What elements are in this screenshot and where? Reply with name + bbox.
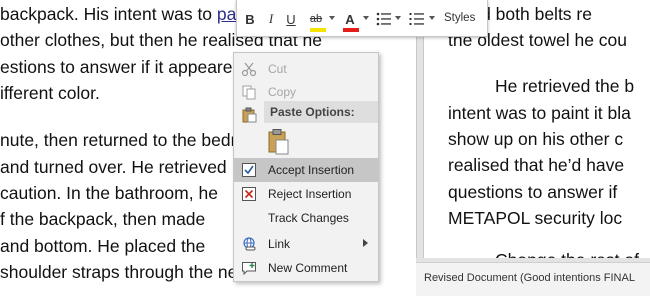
menu-item-label: Track Changes: [268, 211, 349, 225]
document-line: and turned over. He retrieved: [0, 157, 227, 178]
bullets-icon: [376, 12, 391, 26]
menu-item-reject-insertion[interactable]: Reject Insertion: [234, 182, 378, 206]
split-pane-divider[interactable]: [416, 0, 424, 296]
menu-item-label: Reject Insertion: [268, 187, 352, 201]
menu-item-new-comment[interactable]: New Comment: [234, 256, 378, 280]
document-line: show up on his other c: [448, 129, 624, 149]
font-color-bar: [343, 27, 360, 32]
text-run: estions to answer if it appeared: [0, 57, 243, 77]
document-line: Change the rest of: [495, 250, 639, 258]
font-color-icon: A: [343, 12, 360, 32]
bullets-button[interactable]: [375, 9, 393, 29]
text-run: and turned over. He retrieved: [0, 157, 227, 177]
menu-item-label: Accept Insertion: [268, 163, 355, 177]
menu-item-accept-insertion[interactable]: Accept Insertion: [234, 158, 378, 182]
menu-item-cut[interactable]: Cut: [234, 57, 378, 81]
paste-options-label-bg: Paste Options:: [264, 101, 378, 123]
highlight-button[interactable]: ab: [303, 9, 329, 32]
document-line: estions to answer if it appeared: [0, 57, 242, 78]
status-bar: Revised Document (Good intentions FINAL: [416, 262, 650, 296]
document-page-right[interactable]: k and both belts re the oldest towel he c…: [424, 0, 650, 258]
menu-item-label: New Comment: [268, 261, 348, 275]
context-menu: Cut Copy Paste Options: Accept Insertion: [233, 52, 379, 282]
numbering-icon: [409, 13, 424, 25]
bullets-dropdown-arrow[interactable]: [395, 16, 401, 20]
document-line: intent was to paint it bla: [448, 103, 631, 123]
copy-icon: [242, 85, 256, 100]
text-run: f the backpack, then made: [0, 209, 206, 229]
status-text: Revised Document (Good intentions FINAL: [424, 272, 635, 284]
menu-item-track-changes[interactable]: Track Changes: [234, 206, 378, 230]
document-line: and bottom. He placed the: [0, 236, 205, 257]
document-line: nute, then returned to the bedroom: [0, 130, 270, 151]
document-line: caution. In the bathroom, he: [0, 183, 218, 204]
text-run: caution. In the bathroom, he: [0, 183, 218, 203]
clipboard-icon: [268, 129, 289, 155]
font-color-button[interactable]: A: [339, 9, 361, 32]
font-color-dropdown-arrow[interactable]: [363, 16, 369, 20]
paste-icon: [242, 107, 257, 123]
text-run: backpack. His intent was to: [0, 4, 217, 24]
document-line: He retrieved the b: [495, 76, 635, 96]
document-line: ifferent color.: [0, 83, 100, 104]
scissors-icon: [241, 62, 257, 77]
bold-button[interactable]: B: [241, 9, 259, 29]
text-run: nute, then returned to the bedroom: [0, 130, 271, 150]
document-line: METAPOL security loc: [448, 208, 623, 228]
numbering-button[interactable]: [408, 9, 426, 29]
menu-item-label: Cut: [268, 62, 287, 76]
highlight-icon: ab: [309, 13, 326, 32]
underline-button[interactable]: U: [283, 9, 299, 29]
document-line: questions to answer if: [448, 182, 618, 202]
numbering-dropdown-arrow[interactable]: [429, 16, 435, 20]
document-line: f the backpack, then made: [0, 209, 205, 230]
menu-item-link[interactable]: Link: [234, 232, 378, 256]
link-icon: [243, 237, 256, 251]
paste-keep-formatting-button[interactable]: [267, 129, 289, 155]
highlight-color-bar: [309, 28, 326, 32]
submenu-arrow-icon: [363, 239, 368, 247]
mini-toolbar: B I U ab A Styles: [236, 0, 488, 37]
paste-options-label: Paste Options:: [270, 105, 355, 119]
styles-button[interactable]: Styles: [444, 12, 475, 24]
highlight-dropdown-arrow[interactable]: [329, 16, 335, 20]
italic-button[interactable]: I: [263, 9, 279, 29]
menu-item-label: Link: [268, 237, 291, 251]
text-run: and bottom. He placed the: [0, 236, 206, 256]
accept-check-icon: [242, 163, 256, 177]
reject-x-icon: [242, 187, 256, 201]
document-line: realised that he’d have: [448, 155, 625, 175]
menu-item-label: Copy: [268, 85, 297, 99]
text-run: ifferent color.: [0, 83, 100, 103]
comment-icon: [242, 262, 256, 276]
